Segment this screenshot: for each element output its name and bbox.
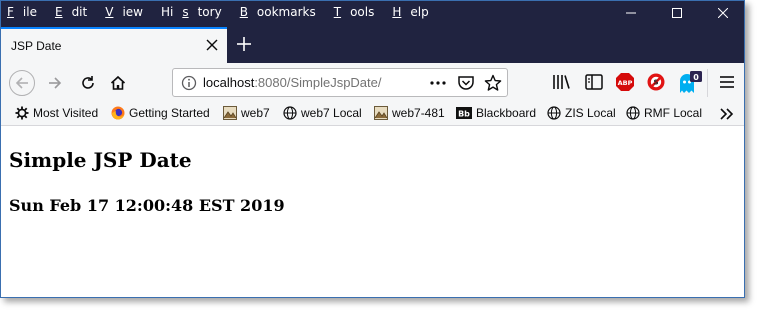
bookmark-zis-local[interactable]: ZIS Local <box>547 106 616 120</box>
forward-arrow-icon <box>49 77 62 89</box>
pocket-icon[interactable] <box>457 74 475 92</box>
svg-text:Bb: Bb <box>458 110 470 119</box>
bookmark-web7-local[interactable]: web7 Local <box>283 106 362 120</box>
menu-help[interactable]: Help <box>392 5 437 19</box>
new-tab-icon[interactable] <box>233 33 255 55</box>
image-icon <box>223 106 237 120</box>
home-button[interactable] <box>105 70 131 96</box>
bookmark-most-visited[interactable]: Most Visited <box>15 106 98 120</box>
menu-view[interactable]: View <box>105 5 152 19</box>
gear-icon <box>15 106 29 120</box>
tab-jsp-date[interactable]: JSP Date <box>1 27 227 63</box>
globe-icon <box>547 106 561 120</box>
browser-window: File Edit View Hi s tory Bookmarks Tools H… <box>0 0 745 298</box>
menu-bar: File Edit View Hi s tory Bookmarks Tools H… <box>7 5 447 19</box>
firefox-icon <box>111 106 125 120</box>
bookmark-rmf-local[interactable]: RMF Local <box>626 106 702 120</box>
no-script-icon[interactable]: S <box>645 71 667 93</box>
menu-bookmarks[interactable]: Bookmarks <box>240 5 325 19</box>
forward-button[interactable] <box>42 70 68 96</box>
reload-icon <box>82 76 94 89</box>
menu-tools[interactable]: Tools <box>334 5 384 19</box>
back-button[interactable] <box>9 70 35 96</box>
globe-icon <box>283 106 297 120</box>
date-text: Sun Feb 17 12:00:48 EST 2019 <box>9 196 285 215</box>
back-arrow-icon <box>15 77 28 89</box>
url-text[interactable]: localhost:8080/SimpleJspDate/ <box>203 75 382 90</box>
bookmark-web7-481[interactable]: web7-481 <box>374 106 445 120</box>
home-icon <box>110 75 126 90</box>
bookmark-getting-started[interactable]: Getting Started <box>111 106 210 120</box>
minimize-button[interactable] <box>608 1 654 25</box>
tab-title: JSP Date <box>11 39 62 53</box>
bookmarks-toolbar: Most Visited Getting Started web7 web7 L… <box>1 103 744 126</box>
page-heading: Simple JSP Date <box>9 148 192 172</box>
blackboard-icon: Bb <box>456 107 472 119</box>
close-icon <box>718 8 728 18</box>
minimize-icon <box>626 12 636 14</box>
title-bar: File Edit View Hi s tory Bookmarks Tools H… <box>1 1 744 25</box>
close-window-button[interactable] <box>700 1 744 25</box>
tab-close-icon[interactable] <box>205 38 219 52</box>
adblock-plus-icon[interactable]: ABP <box>614 71 636 93</box>
ghostery-badge: 0 <box>693 73 699 82</box>
sidebar-icon[interactable] <box>583 71 605 93</box>
globe-icon <box>626 106 640 120</box>
chevron-right-double-icon[interactable] <box>719 107 735 121</box>
image-icon <box>374 106 388 120</box>
adblock-label: ABP <box>618 79 633 87</box>
menu-edit[interactable]: Edit <box>55 5 96 19</box>
maximize-icon <box>672 8 682 18</box>
menu-history[interactable]: Hi s tory <box>161 5 231 19</box>
url-bar[interactable]: localhost:8080/SimpleJspDate/ <box>172 68 508 97</box>
bookmark-star-icon[interactable] <box>484 74 502 92</box>
info-icon[interactable] <box>181 75 197 91</box>
page-content: Simple JSP Date Sun Feb 17 12:00:48 EST … <box>1 126 744 297</box>
toolbar-divider <box>707 69 708 97</box>
menu-file[interactable]: File <box>7 5 46 19</box>
maximize-button[interactable] <box>654 1 700 25</box>
page-actions-icon[interactable] <box>429 74 447 92</box>
bookmark-blackboard[interactable]: Bb Blackboard <box>456 106 536 120</box>
svg-text:S: S <box>653 79 658 87</box>
tab-strip: JSP Date <box>1 25 744 63</box>
ghostery-icon[interactable]: 0 <box>677 71 703 95</box>
reload-button[interactable] <box>75 70 101 96</box>
nav-bar: localhost:8080/SimpleJspDate/ ABP S 0 <box>1 63 744 103</box>
bookmark-web7[interactable]: web7 <box>223 106 270 120</box>
library-icon[interactable] <box>551 71 573 93</box>
hamburger-menu-icon[interactable] <box>717 71 737 93</box>
